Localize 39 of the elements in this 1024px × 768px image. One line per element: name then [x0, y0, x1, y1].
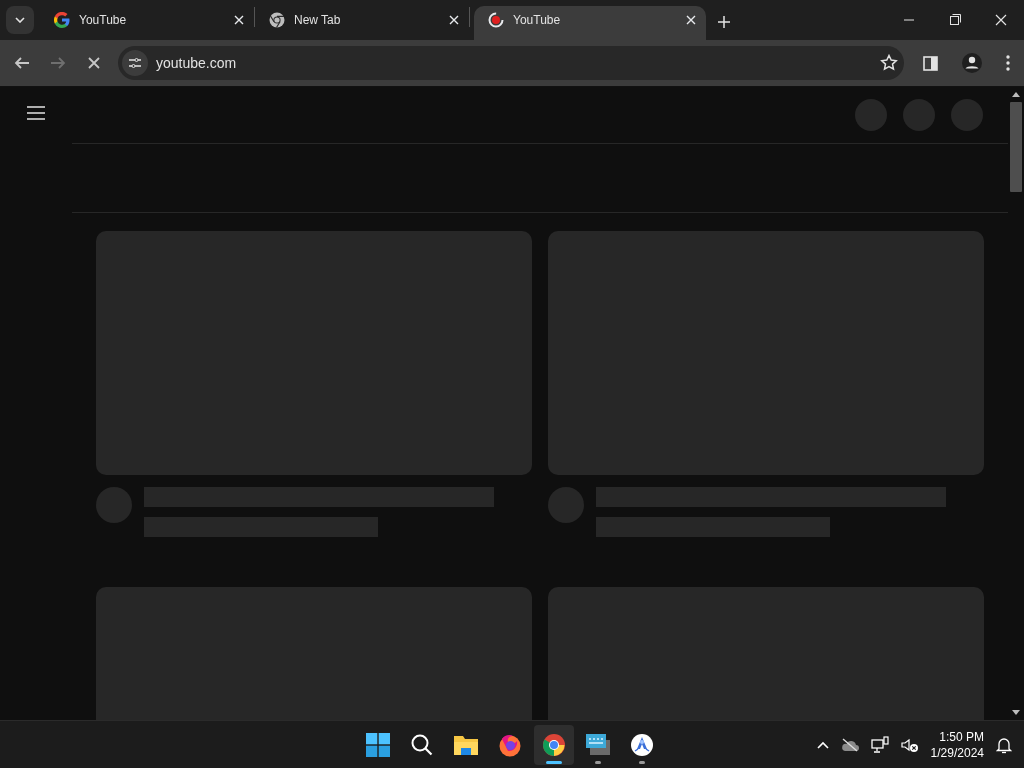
browser-tab[interactable]: YouTube: [40, 6, 254, 40]
google-icon: [54, 12, 70, 28]
avatar-placeholder: [548, 487, 584, 523]
chevron-down-icon: [15, 17, 25, 23]
cloud-off-icon[interactable]: [840, 737, 859, 752]
close-icon[interactable]: [686, 15, 696, 25]
windows-logo-icon: [366, 732, 390, 757]
speaker-muted-icon[interactable]: [900, 736, 919, 753]
loading-spinner-icon: [488, 12, 504, 28]
site-info-button[interactable]: [122, 50, 148, 76]
avatar-placeholder: [96, 487, 132, 523]
chevron-up-icon[interactable]: [816, 740, 829, 749]
scrollbar-thumb[interactable]: [1010, 102, 1022, 192]
icon-placeholder: [855, 99, 887, 131]
scroll-up-icon[interactable]: [1012, 92, 1020, 98]
close-icon[interactable]: [449, 15, 459, 25]
terminal-icon: [585, 732, 611, 757]
sliders-icon: [128, 57, 142, 69]
menu-icon[interactable]: [26, 105, 46, 121]
address-bar[interactable]: youtube.com: [118, 46, 904, 80]
star-icon[interactable]: [880, 54, 898, 72]
browser-tab[interactable]: New Tab: [255, 6, 469, 40]
tab-search-button[interactable]: [6, 6, 34, 34]
scroll-down-icon[interactable]: [1012, 709, 1020, 715]
clock-button[interactable]: 1:50 PM 1/29/2024: [930, 728, 984, 761]
search-icon: [410, 732, 434, 757]
close-icon[interactable]: [234, 15, 244, 25]
icon-placeholder: [903, 99, 935, 131]
chrome-icon: [542, 732, 566, 757]
icon-placeholder: [951, 99, 983, 131]
robot-icon: [630, 732, 654, 757]
chrome-icon: [269, 12, 285, 28]
new-tab-icon[interactable]: [718, 16, 730, 28]
browser-tab[interactable]: YouTube: [474, 6, 706, 40]
taskbar-button[interactable]: [534, 724, 574, 765]
network-icon[interactable]: [870, 735, 889, 754]
url-text: youtube.com: [156, 55, 238, 71]
bell-icon[interactable]: [996, 735, 1012, 754]
firefox-icon: [498, 732, 522, 757]
